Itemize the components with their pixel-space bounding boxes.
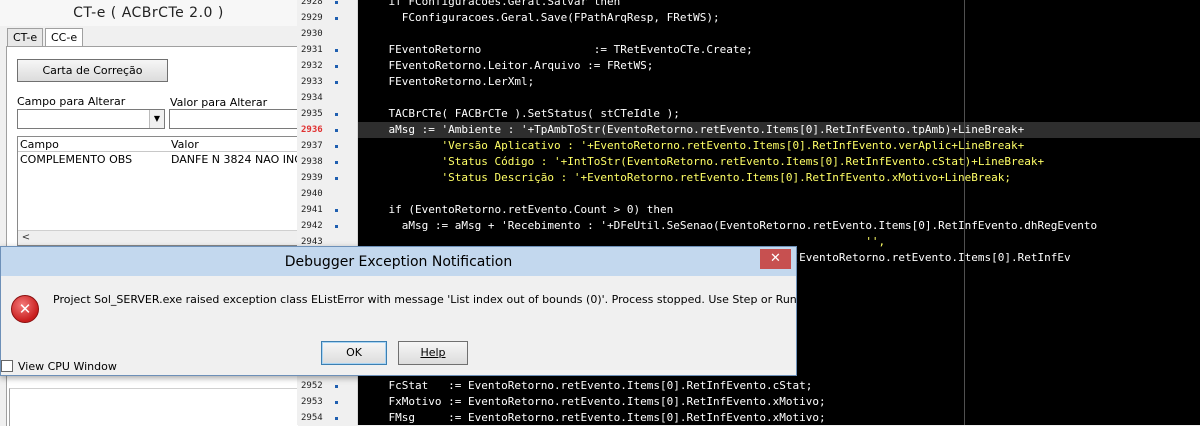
exception-message: Project Sol_SERVER.exe raised exception …: [53, 293, 867, 306]
valor-input[interactable]: [169, 109, 298, 129]
view-cpu-checkbox[interactable]: View CPU Window: [1, 360, 117, 373]
breakpoint-marker[interactable]: [335, 177, 338, 180]
code-line[interactable]: if FConfiguracoes.Geral.Salvar then: [362, 0, 620, 10]
line-number: 2938: [301, 157, 323, 167]
help-button[interactable]: Help: [398, 341, 468, 365]
code-line[interactable]: FxMotivo := EventoRetorno.retEvento.Item…: [362, 394, 825, 410]
breakpoint-marker[interactable]: [335, 129, 338, 132]
lower-panel: [9, 388, 298, 426]
close-icon[interactable]: ✕: [760, 249, 791, 269]
breakpoint-marker[interactable]: [335, 17, 338, 20]
line-number: 2930: [301, 29, 323, 39]
line-number: 2933: [301, 77, 323, 87]
breakpoint-marker[interactable]: [335, 209, 338, 212]
line-number: 2937: [301, 141, 323, 151]
line-number: 2935: [301, 109, 323, 119]
breakpoint-marker[interactable]: [335, 417, 338, 420]
help-button-label: Help: [420, 346, 446, 359]
code-line[interactable]: 'Status Descrição : '+EventoRetorno.retE…: [362, 170, 1011, 186]
line-number: 2939: [301, 173, 323, 183]
campo-select[interactable]: ▼: [17, 109, 165, 129]
code-line[interactable]: 'Status Código : '+IntToStr(EventoRetorn…: [362, 154, 1044, 170]
code-line[interactable]: FEventoRetorno.LerXml;: [362, 74, 534, 90]
breakpoint-marker[interactable]: [335, 161, 338, 164]
scroll-left-icon[interactable]: <: [20, 231, 32, 245]
grid-cell-campo[interactable]: COMPLEMENTO OBS: [20, 153, 132, 166]
dialog-title: Debugger Exception Notification: [284, 254, 513, 270]
code-line[interactable]: FMsg := EventoRetorno.retEvento.Items[0]…: [362, 410, 825, 425]
valor-label: Valor para Alterar: [170, 96, 268, 109]
breakpoint-marker[interactable]: [335, 65, 338, 68]
view-cpu-label: View CPU Window: [18, 360, 117, 373]
line-number: 2934: [301, 93, 323, 103]
line-number: 2952: [301, 381, 323, 391]
breakpoint-marker[interactable]: [335, 113, 338, 116]
breakpoint-marker[interactable]: [335, 81, 338, 84]
breakpoint-marker[interactable]: [335, 145, 338, 148]
carta-de-correcao-button[interactable]: Carta de Correção: [17, 59, 168, 82]
code-line[interactable]: aMsg := aMsg + 'Recebimento : '+DFeUtil.…: [362, 218, 1097, 234]
code-line[interactable]: if (EventoRetorno.retEvento.Count > 0) t…: [362, 202, 673, 218]
line-number: 2942: [301, 221, 323, 231]
breakpoint-marker[interactable]: [335, 225, 338, 228]
line-number: 2928: [301, 0, 323, 7]
error-icon: ✕: [11, 295, 39, 323]
code-line[interactable]: TACBrCTe( FACBrCTe ).SetStatus( stCTeIdl…: [362, 106, 679, 122]
grid-horizontal-scrollbar[interactable]: <: [18, 230, 298, 245]
line-number: 2954: [301, 413, 323, 423]
line-number: 2932: [301, 61, 323, 71]
code-line[interactable]: FConfiguracoes.Geral.Save(FPathArqResp, …: [362, 10, 720, 26]
chevron-down-icon[interactable]: ▼: [149, 110, 164, 128]
dialog-body: ✕ Project Sol_SERVER.exe raised exceptio…: [1, 276, 866, 375]
corrections-grid[interactable]: Campo Valor COMPLEMENTO OBS DANFE N 3824…: [17, 136, 298, 246]
app-title: CT-e ( ACBrCTe 2.0 ): [0, 0, 297, 26]
tab-cte[interactable]: CT-e: [7, 28, 44, 48]
line-number: 2936: [301, 125, 323, 135]
code-line[interactable]: FcStat := EventoRetorno.retEvento.Items[…: [362, 378, 812, 394]
breakpoint-marker[interactable]: [335, 385, 338, 388]
grid-header-campo: Campo: [20, 138, 59, 151]
code-line[interactable]: 'Versão Aplicativo : '+EventoRetorno.ret…: [362, 138, 1024, 154]
exception-dialog: Debugger Exception Notification ✕ ✕ Proj…: [0, 246, 866, 376]
right-margin-line: [964, 0, 965, 425]
line-number: 2929: [301, 13, 323, 23]
ok-button[interactable]: OK: [321, 341, 387, 365]
grid-header-valor: Valor: [171, 138, 199, 151]
code-line[interactable]: FEventoRetorno := TRetEventoCTe.Create;: [362, 42, 752, 58]
grid-header-divider: [18, 151, 298, 152]
breakpoint-marker[interactable]: [335, 49, 338, 52]
line-number: 2931: [301, 45, 323, 55]
dialog-titlebar[interactable]: Debugger Exception Notification ✕: [1, 247, 796, 276]
grid-cell-valor[interactable]: DANFE N 3824 NAO INCIDE: [171, 153, 298, 166]
breakpoint-marker[interactable]: [335, 401, 338, 404]
code-line[interactable]: FEventoRetorno.Leitor.Arquivo := FRetWS;: [362, 58, 653, 74]
line-number: 2953: [301, 397, 323, 407]
checkbox-box[interactable]: [1, 360, 13, 372]
breakpoint-marker[interactable]: [335, 1, 338, 4]
line-number: 2941: [301, 205, 323, 215]
code-line[interactable]: aMsg := 'Ambiente : '+TpAmbToStr(EventoR…: [362, 122, 1024, 138]
campo-label: Campo para Alterar: [17, 95, 126, 108]
line-number: 2940: [301, 189, 323, 199]
